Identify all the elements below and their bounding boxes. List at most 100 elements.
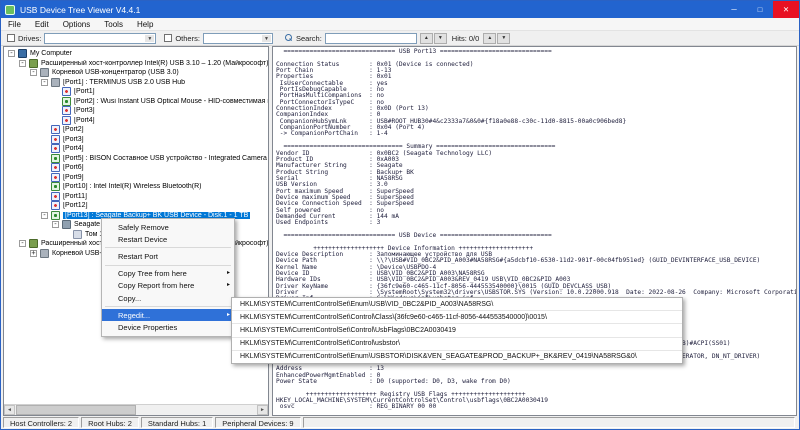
tree-item-label: [Port4] xyxy=(74,116,95,124)
tree-item-label: [Port6] xyxy=(63,164,84,172)
scrollbar-track[interactable] xyxy=(136,405,257,415)
drives-checkbox[interactable] xyxy=(7,34,15,42)
hits-label: Hits: 0/0 xyxy=(452,34,480,43)
menu-item-edit[interactable]: Edit xyxy=(28,19,56,30)
tree-item-label: [Port3] xyxy=(63,135,84,143)
controller-icon xyxy=(29,58,38,68)
registry-path-item[interactable]: HKLM\SYSTEM\CurrentControlSet\Control\Cl… xyxy=(232,311,682,325)
menu-item-file[interactable]: File xyxy=(1,19,28,30)
tree-item[interactable]: [Port2] xyxy=(5,125,268,135)
chevron-right-icon: ▸ xyxy=(226,282,230,289)
status-segment-filler xyxy=(302,417,795,428)
menu-item-tools[interactable]: Tools xyxy=(97,19,130,30)
tree-item[interactable]: - Корневой USB-концентратор (USB 3.0) xyxy=(5,68,268,78)
tree-item[interactable]: - Расширенный хост-контроллер Intel(R) US… xyxy=(5,58,268,69)
menu-item-options[interactable]: Options xyxy=(56,19,98,30)
search-up-button[interactable]: ▲ xyxy=(419,32,433,44)
h-scrollbar[interactable]: ◄ ► xyxy=(4,404,268,415)
hit-prev-button[interactable]: ▲ xyxy=(483,32,497,44)
context-menu-item-safely-remove[interactable]: Safely Remove xyxy=(102,221,234,233)
tree-item-label: [Port2] xyxy=(63,126,84,134)
registry-path-item[interactable]: HKLM\SYSTEM\CurrentControlSet\Enum\USB\V… xyxy=(232,298,682,312)
registry-path-item[interactable]: HKLM\SYSTEM\CurrentControlSet\Enum\USBST… xyxy=(232,351,682,363)
window-title: USB Device Tree Viewer V4.4.1 xyxy=(20,4,141,15)
tree-toggle[interactable]: - xyxy=(19,240,26,248)
menu-separator xyxy=(105,264,231,266)
others-label: Others: xyxy=(175,33,200,43)
port-empty-icon xyxy=(62,106,71,116)
context-menu-item-regedit[interactable]: Regedit... ▸ xyxy=(102,309,234,322)
hits-value: 0/0 xyxy=(468,33,480,43)
tree-toggle[interactable]: - xyxy=(52,221,59,229)
context-menu-item-restart-port[interactable]: Restart Port xyxy=(102,250,234,262)
tree-item[interactable]: [Port4] xyxy=(5,115,268,126)
tree-toggle[interactable]: - xyxy=(41,211,48,219)
tree-item[interactable]: - My Computer xyxy=(5,49,268,59)
others-checkbox[interactable] xyxy=(164,34,173,42)
port-empty-icon xyxy=(51,163,60,173)
context-menu-item-device-properties[interactable]: Device Properties xyxy=(102,321,234,333)
tree-item-label: Расширенный хост-контроллер Intel(R) USB… xyxy=(41,59,268,67)
tree-item[interactable]: [Port6] xyxy=(5,163,268,173)
port-empty-icon xyxy=(51,191,60,201)
context-menu-item-copy-report-from-here[interactable]: Copy Report from here ▸ xyxy=(102,280,234,292)
tree-toggle[interactable]: - xyxy=(8,50,15,58)
tree-item[interactable]: [Port5] : BISON Составное USB устройство… xyxy=(5,153,268,164)
search-down-button[interactable]: ▼ xyxy=(433,32,447,44)
tree-item[interactable]: [Port4] xyxy=(5,144,268,154)
status-bar: Host Controllers: 2 Root Hubs: 2 Standard … xyxy=(1,416,799,429)
close-button[interactable]: ✕ xyxy=(773,1,799,18)
chevron-down-icon: ▼ xyxy=(145,34,155,42)
context-menu: Safely Remove Restart Device Restart Port C… xyxy=(101,218,235,337)
drives-label: Drives: xyxy=(18,33,42,43)
tree-item-label: [Port3] xyxy=(74,107,95,115)
tree-item-label: Корневой USB-концентратор (USB 3.0) xyxy=(52,69,179,77)
tree-item-label: [Port2] : Wusi Instant USB Optical Mouse… xyxy=(74,97,268,105)
registry-path-item[interactable]: HKLM\SYSTEM\CurrentControlSet\Control\us… xyxy=(232,338,682,351)
scroll-left-icon[interactable]: ◄ xyxy=(4,405,15,415)
computer-icon xyxy=(18,49,27,59)
tree-item-label: [Port11] xyxy=(63,192,87,200)
scrollbar-thumb[interactable] xyxy=(16,405,136,415)
tree-toggle[interactable]: - xyxy=(19,59,26,67)
others-combobox[interactable]: ▼ xyxy=(202,32,273,44)
search-icon xyxy=(284,34,293,42)
tree-item-label: [Port1] : TERMINUS USB 2.0 USB Hub xyxy=(63,78,186,86)
search-label: Search: xyxy=(295,33,322,43)
tree-item[interactable]: [Port10] : Intel Intel(R) Wireless Bluet… xyxy=(5,182,268,192)
scroll-right-icon[interactable]: ► xyxy=(257,405,268,415)
tree-toggle[interactable]: - xyxy=(30,69,37,77)
tree-item[interactable]: [Port3] xyxy=(5,106,268,116)
hub-icon xyxy=(40,68,49,78)
registry-path-item[interactable]: HKLM\SYSTEM\CurrentControlSet\Control\Us… xyxy=(232,324,682,338)
menu-separator xyxy=(105,306,231,308)
tree-toggle[interactable]: + xyxy=(30,249,37,257)
minimize-button[interactable]: ─ xyxy=(721,1,747,18)
tree-item[interactable]: [Port2] : Wusi Instant USB Optical Mouse… xyxy=(5,96,268,107)
drives-combobox[interactable]: ▼ xyxy=(44,32,157,44)
tree-item[interactable]: [Port3] xyxy=(5,134,268,145)
tree-item[interactable]: [Port12] xyxy=(5,201,268,211)
hits-caption: Hits: xyxy=(451,33,467,43)
menu-item-help[interactable]: Help xyxy=(130,19,160,30)
tree-item[interactable]: - [Port1] : TERMINUS USB 2.0 USB Hub xyxy=(5,77,268,88)
port-empty-icon xyxy=(51,172,60,182)
device-icon xyxy=(62,96,71,106)
toolbar: Drives: ▼ Others: ▼ Search: ▲ ▼ Hits: 0/… xyxy=(1,31,799,46)
device-icon xyxy=(51,210,60,220)
menu-bar: File Edit Options Tools Help xyxy=(1,18,799,31)
tree-item[interactable]: [Port1] xyxy=(5,87,268,97)
maximize-button[interactable]: □ xyxy=(747,1,773,18)
hit-next-button[interactable]: ▼ xyxy=(497,32,511,44)
status-segment: Host Controllers: 2 xyxy=(3,417,80,428)
context-menu-item-restart-device[interactable]: Restart Device xyxy=(102,233,234,245)
port-empty-icon xyxy=(62,115,71,125)
tree-toggle[interactable]: - xyxy=(41,78,48,86)
tree-item-label: [Port5] : BISON Составное USB устройство… xyxy=(63,154,267,162)
search-input[interactable] xyxy=(324,32,417,44)
tree-item[interactable]: [Port11] xyxy=(5,191,268,202)
controller-icon xyxy=(29,239,38,249)
context-menu-item-copy[interactable]: Copy... xyxy=(102,292,234,304)
context-menu-item-copy-tree-from-here[interactable]: Copy Tree from here ▸ xyxy=(102,268,234,280)
tree-item[interactable]: [Port9] xyxy=(5,172,268,183)
